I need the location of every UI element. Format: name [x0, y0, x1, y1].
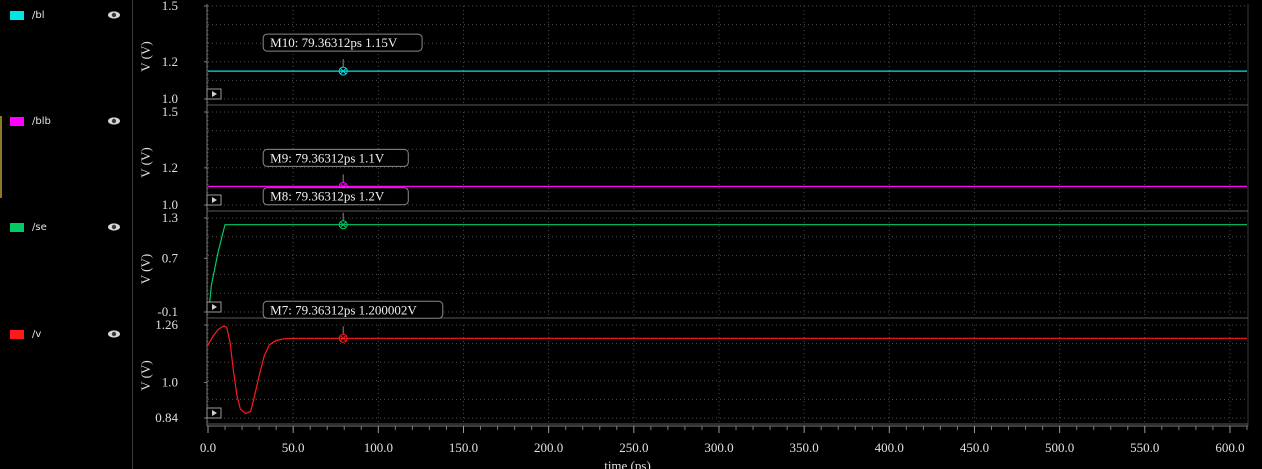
y-tick-label: 0.7 [162, 250, 179, 265]
x-tick-label: 550.0 [1130, 440, 1159, 455]
y-axis-label: V (V) [138, 147, 153, 177]
y-axis-label: V (V) [138, 254, 153, 284]
y-tick-label: 1.2 [162, 160, 178, 175]
x-tick-label: 600.0 [1215, 440, 1244, 455]
x-tick-label: 500.0 [1045, 440, 1074, 455]
marker-label: M8: 79.36312ps 1.2V [270, 189, 385, 204]
subplot-se: 1.30.7-0.1V (V)M8: 79.36312ps 1.2V [138, 187, 1248, 319]
series-line-v [207, 325, 1247, 415]
y-axis-label: V (V) [138, 41, 153, 71]
waveform-plot[interactable]: 1.5 1.2 1.0 V (V) M10: 79.36312ps 1.15V 1.5 1.… [0, 0, 1262, 469]
y-tick-label: 1.2 [162, 54, 178, 69]
marker-label: M7: 79.36312ps 1.200002V [270, 302, 417, 317]
expand-toggle-icon[interactable] [206, 88, 222, 100]
subplot-v: 1.26 1.0 0.84 V (V) M7: 79.36312ps 1.200002V [138, 300, 1248, 425]
y-tick-label: 1.3 [162, 210, 178, 225]
x-tick-label: 250.0 [619, 440, 648, 455]
x-tick-label: 200.0 [534, 440, 563, 455]
expand-toggle-icon[interactable] [206, 301, 222, 313]
x-tick-label: 450.0 [960, 440, 989, 455]
subplot-bl: 1.51.21.0V (V) M10: 79.36312ps 1.15V [138, 0, 1248, 106]
expand-toggle-icon[interactable] [206, 194, 222, 206]
marker-label: M10: 79.36312ps 1.15V [270, 35, 398, 50]
y-tick-label: 1.0 [162, 375, 178, 390]
marker-label: M9: 79.36312ps 1.1V [270, 150, 385, 165]
series-line-se [207, 224, 1247, 309]
y-axis-label: V (V) [138, 360, 153, 390]
x-axis-label: time (ps) [604, 458, 651, 469]
expand-toggle-icon[interactable] [206, 407, 222, 419]
x-tick-label: 100.0 [364, 440, 393, 455]
x-tick-label: 300.0 [704, 440, 733, 455]
x-tick-label: 50.0 [282, 440, 305, 455]
x-tick-label: 150.0 [449, 440, 478, 455]
y-tick-label: 1.5 [162, 0, 178, 13]
y-tick-label: 0.84 [155, 410, 178, 425]
x-tick-label: 400.0 [875, 440, 904, 455]
y-tick-label: 1.26 [155, 317, 178, 332]
x-tick-label: 350.0 [790, 440, 819, 455]
x-tick-label: 0.0 [200, 440, 216, 455]
y-tick-label: 1.5 [162, 104, 178, 119]
